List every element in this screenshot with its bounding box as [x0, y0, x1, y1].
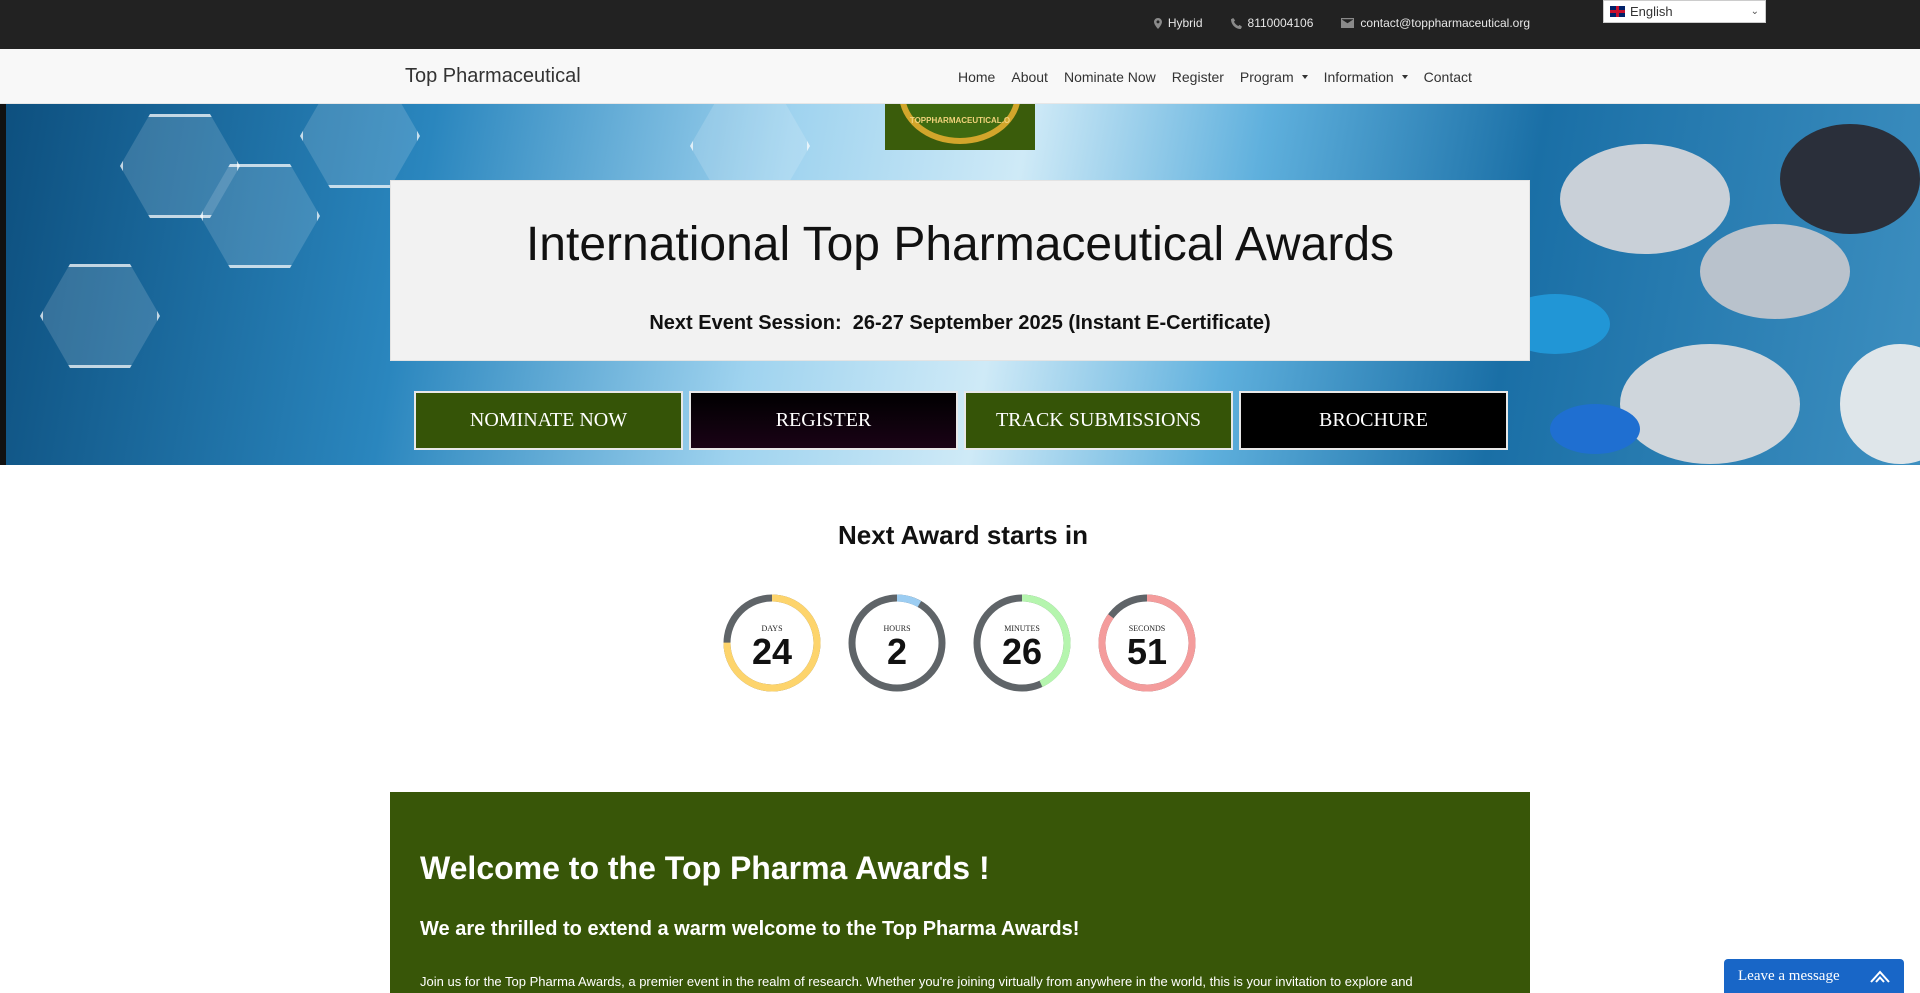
- nominate-now-button[interactable]: NOMINATE NOW: [414, 391, 683, 450]
- countdown-timer: DAYS 24 HOURS 2 MINUTES 26 SECONDS 51: [722, 593, 1197, 693]
- uk-flag-icon: [1610, 6, 1625, 17]
- phone-text[interactable]: 8110004106: [1248, 16, 1314, 30]
- countdown-seconds-value: 51: [1126, 631, 1168, 672]
- pill-decoration: [1550, 404, 1640, 454]
- expand-icon[interactable]: [1870, 969, 1890, 983]
- pill-decoration: [1700, 224, 1850, 319]
- email-info[interactable]: contact@toppharmaceutical.org: [1341, 16, 1530, 30]
- countdown-seconds: SECONDS 51: [1097, 593, 1197, 693]
- brochure-button[interactable]: BROCHURE: [1239, 391, 1508, 450]
- pill-decoration: [1780, 124, 1920, 234]
- pill-decoration: [1560, 144, 1730, 254]
- next-event-session: Next Event Session: 26-27 September 2025…: [649, 312, 1271, 334]
- nav-nominate-now[interactable]: Nominate Now: [1056, 69, 1164, 85]
- leave-message-label: Leave a message: [1738, 967, 1840, 984]
- hero-edge: [0, 104, 6, 465]
- phone-info[interactable]: 8110004106: [1230, 16, 1314, 30]
- chevron-down-icon: ⌄: [1750, 6, 1759, 17]
- countdown-days-value: 24: [751, 631, 793, 672]
- hexagon-decoration: [300, 104, 420, 188]
- nav-contact[interactable]: Contact: [1416, 69, 1480, 85]
- welcome-section: Welcome to the Top Pharma Awards ! We ar…: [390, 792, 1530, 993]
- contact-info: Hybrid 8110004106 contact@toppharmaceuti…: [1153, 16, 1530, 30]
- caret-down-icon: [1401, 74, 1408, 79]
- countdown-days: DAYS 24: [722, 593, 822, 693]
- main-navbar: Top Pharmaceutical Home About Nominate N…: [0, 49, 1920, 104]
- register-button[interactable]: REGISTER: [689, 391, 958, 450]
- nav-contact-label: Contact: [1423, 68, 1472, 85]
- countdown-title: Next Award starts in: [838, 520, 1088, 550]
- language-select[interactable]: English ⌄: [1603, 0, 1766, 23]
- email-text[interactable]: contact@toppharmaceutical.org: [1360, 16, 1530, 30]
- nav-home-label: Home: [958, 68, 996, 85]
- main-nav: Home About Nominate Now Register Program…: [950, 49, 1480, 104]
- site-brand[interactable]: Top Pharmaceutical: [405, 65, 581, 88]
- top-bar: Hybrid 8110004106 contact@toppharmaceuti…: [0, 0, 1920, 49]
- welcome-body: Join us for the Top Pharma Awards, a pre…: [420, 974, 1413, 989]
- hexagon-decoration: [40, 264, 160, 368]
- nav-program[interactable]: Program: [1232, 69, 1316, 85]
- track-submissions-button[interactable]: TRACK SUBMISSIONS: [964, 391, 1233, 450]
- nav-nominate-label: Nominate Now: [1063, 68, 1156, 85]
- cta-buttons: NOMINATE NOW REGISTER TRACK SUBMISSIONS …: [414, 391, 1508, 450]
- nav-about-label: About: [1011, 68, 1048, 85]
- nav-register-label: Register: [1171, 68, 1224, 85]
- nav-about[interactable]: About: [1003, 69, 1056, 85]
- welcome-heading: Welcome to the Top Pharma Awards !: [420, 850, 990, 886]
- countdown-hours-value: 2: [886, 631, 908, 672]
- nav-home[interactable]: Home: [950, 69, 1003, 85]
- map-marker-icon: [1153, 17, 1162, 29]
- nav-information[interactable]: Information: [1316, 69, 1416, 85]
- leave-message-widget[interactable]: Leave a message: [1724, 959, 1904, 993]
- location-text: Hybrid: [1167, 16, 1203, 30]
- nav-register[interactable]: Register: [1164, 69, 1232, 85]
- location-info: Hybrid: [1153, 16, 1203, 30]
- nav-information-label: Information: [1323, 68, 1394, 85]
- pill-decoration: [1840, 344, 1920, 464]
- site-logo[interactable]: TOPPHARMACEUTICAL.O: [885, 104, 1035, 150]
- phone-icon: [1230, 17, 1242, 29]
- language-value: English: [1630, 4, 1673, 19]
- hero-title: International Top Pharmaceutical Awards: [525, 218, 1395, 271]
- caret-down-icon: [1301, 74, 1308, 79]
- countdown-minutes-value: 26: [1001, 631, 1043, 672]
- logo-seal-text: TOPPHARMACEUTICAL.O: [909, 116, 1011, 125]
- pill-decoration: [1620, 344, 1800, 464]
- countdown-hours: HOURS 2: [847, 593, 947, 693]
- countdown-minutes: MINUTES 26: [972, 593, 1072, 693]
- welcome-subheading: We are thrilled to extend a warm welcome…: [420, 918, 1080, 940]
- nav-program-label: Program: [1239, 68, 1294, 85]
- envelope-icon: [1341, 18, 1355, 28]
- hero-title-box: International Top Pharmaceutical Awards …: [390, 180, 1530, 361]
